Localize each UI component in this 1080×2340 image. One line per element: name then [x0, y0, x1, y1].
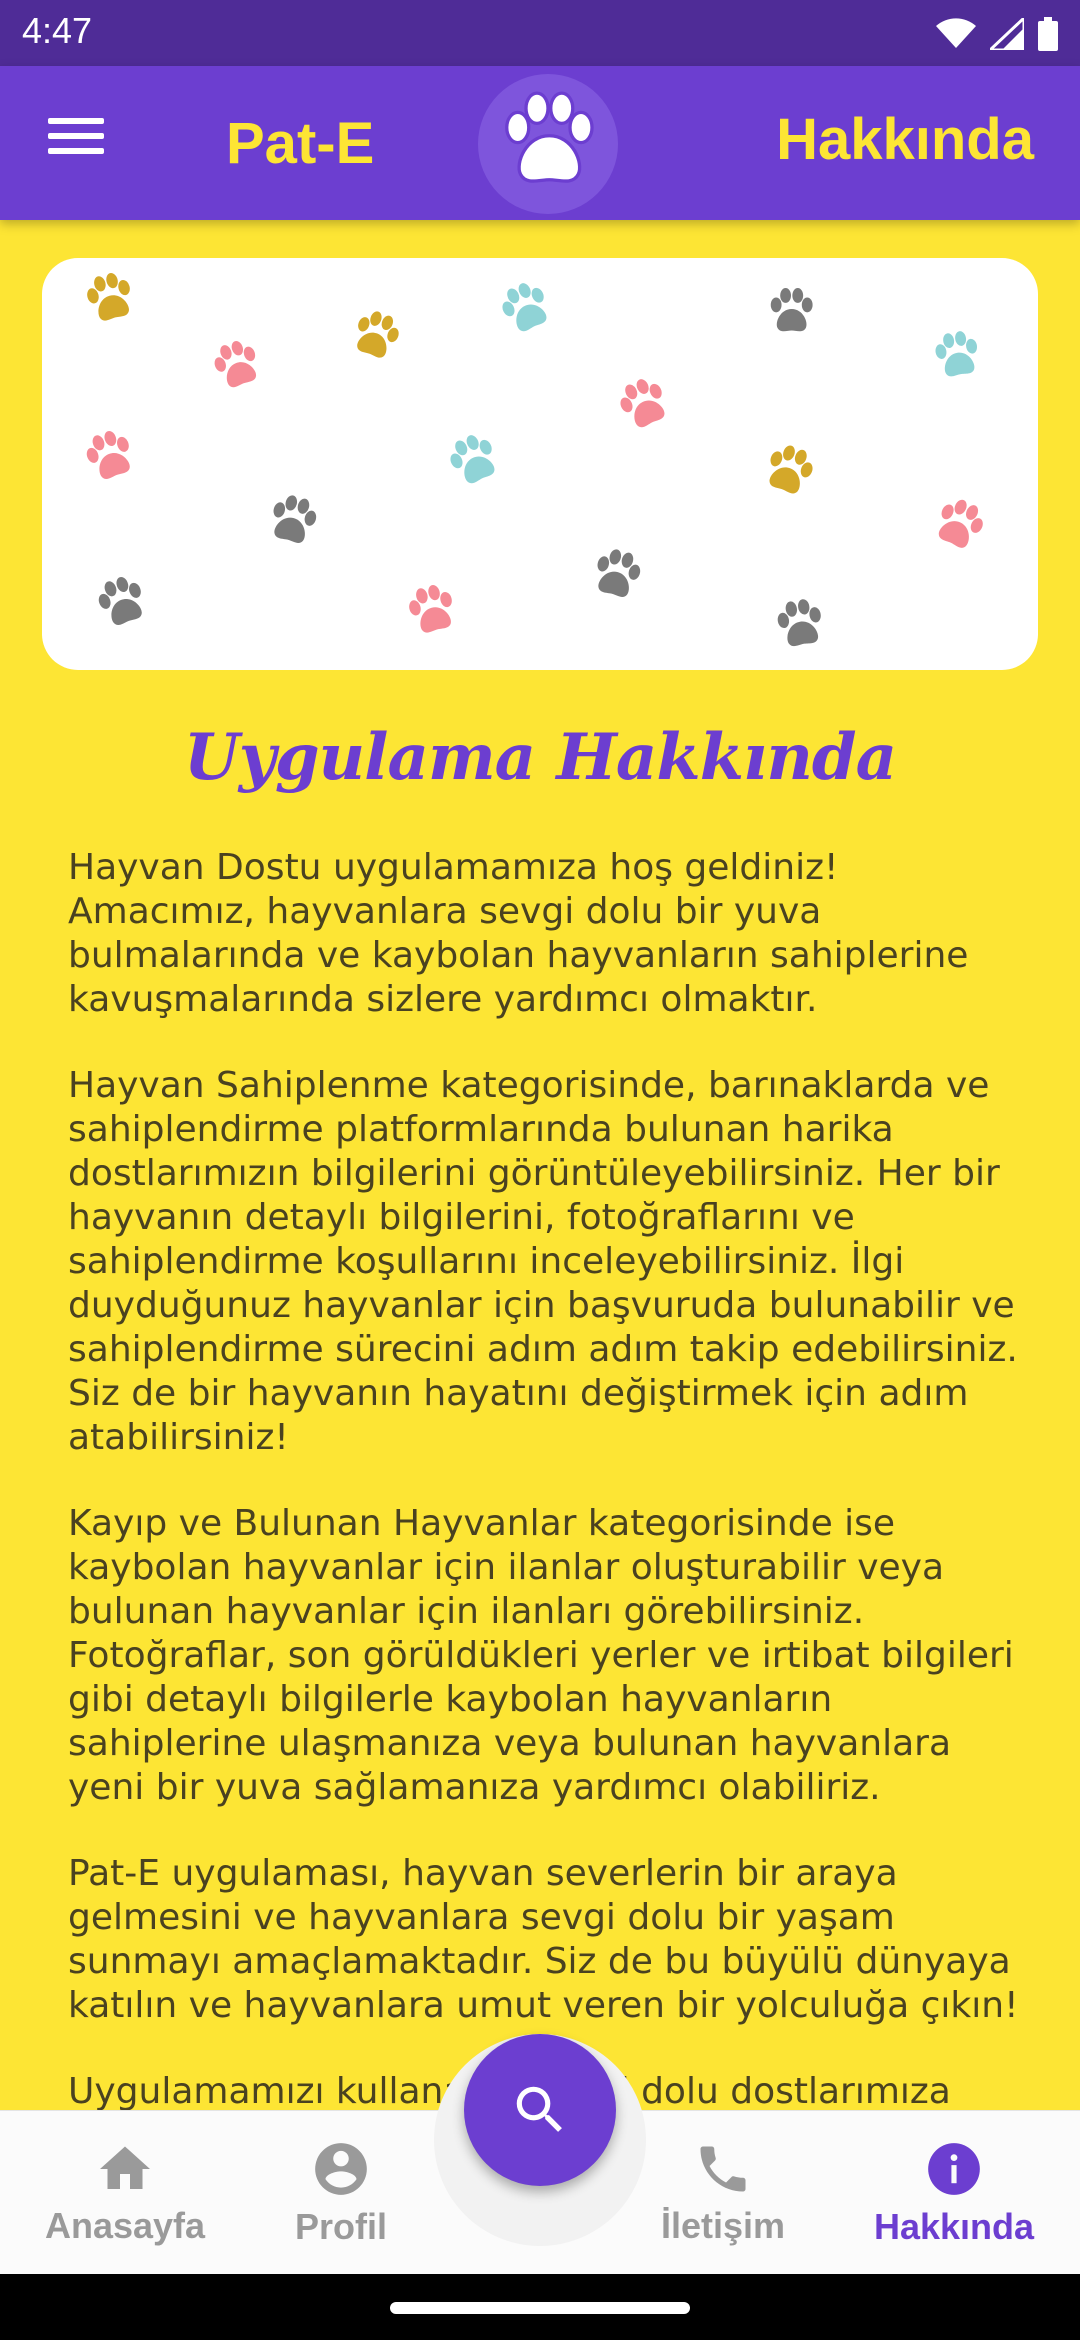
search-icon	[516, 2086, 562, 2132]
paw-print-icon	[930, 493, 990, 553]
paw-logo-icon	[478, 74, 618, 214]
info-icon	[928, 2143, 980, 2195]
status-bar: 4:47	[0, 0, 1080, 66]
paw-print-icon	[770, 288, 813, 332]
status-time: 4:47	[22, 10, 93, 51]
nav-item-contact[interactable]: İletişim	[648, 2111, 798, 2275]
search-fab-button[interactable]	[464, 2034, 616, 2186]
wifi-icon	[936, 18, 976, 48]
about-paragraph: Pat-E uygulaması, hayvan severlerin bir …	[68, 1853, 1019, 2026]
paw-print-icon	[93, 572, 150, 629]
paw-print-icon	[614, 373, 673, 433]
paw-pattern-image	[81, 269, 990, 649]
app-title: Pat-E	[226, 111, 375, 176]
about-text: Hayvan Dostu uygulamamıza hoş geldiniz! …	[68, 846, 1028, 2110]
paw-print-icon	[496, 277, 555, 337]
paw-print-icon	[83, 269, 137, 324]
paw-print-icon	[405, 581, 459, 636]
system-navigation-bar	[0, 2274, 1080, 2340]
paw-print-icon	[209, 336, 264, 392]
battery-icon	[1038, 17, 1058, 51]
home-icon	[100, 2146, 150, 2189]
app-bar: Pat-E Hakkında	[0, 66, 1080, 220]
nav-label: Anasayfa	[44, 2205, 206, 2246]
nav-item-profile[interactable]: Profil	[270, 2111, 412, 2275]
paw-pattern-banner	[42, 258, 1038, 670]
nav-item-about[interactable]: Hakkında	[868, 2111, 1040, 2275]
home-gesture-handle[interactable]	[390, 2302, 690, 2314]
nav-label: Profil	[294, 2206, 387, 2247]
signal-icon	[990, 18, 1024, 50]
about-paragraph: Hayvan Sahiplenme kategorisinde, barınak…	[68, 1065, 1018, 1458]
paw-print-icon	[266, 491, 321, 547]
page-title: Hakkında	[776, 107, 1034, 172]
about-paragraph: Hayvan Dostu uygulamamıza hoş geldiniz! …	[68, 847, 969, 1020]
section-title: Uygulama Hakkında	[183, 720, 897, 795]
nav-label: İletişim	[660, 2205, 786, 2246]
nav-label: Hakkında	[873, 2206, 1035, 2247]
menu-button[interactable]	[48, 118, 104, 168]
paw-print-icon	[932, 328, 982, 379]
nav-item-home[interactable]: Anasayfa	[32, 2111, 218, 2275]
about-paragraph: Kayıp ve Bulunan Hayvanlar kategorisinde…	[68, 1503, 1014, 1808]
paw-print-icon	[590, 545, 645, 601]
phone-icon	[700, 2146, 746, 2192]
paw-print-icon	[81, 426, 138, 483]
paw-print-icon	[444, 429, 503, 489]
paw-print-icon	[761, 440, 818, 498]
profile-icon	[315, 2143, 367, 2195]
paw-print-icon	[774, 596, 826, 649]
status-icons	[936, 12, 1058, 56]
paw-print-icon	[349, 306, 404, 362]
